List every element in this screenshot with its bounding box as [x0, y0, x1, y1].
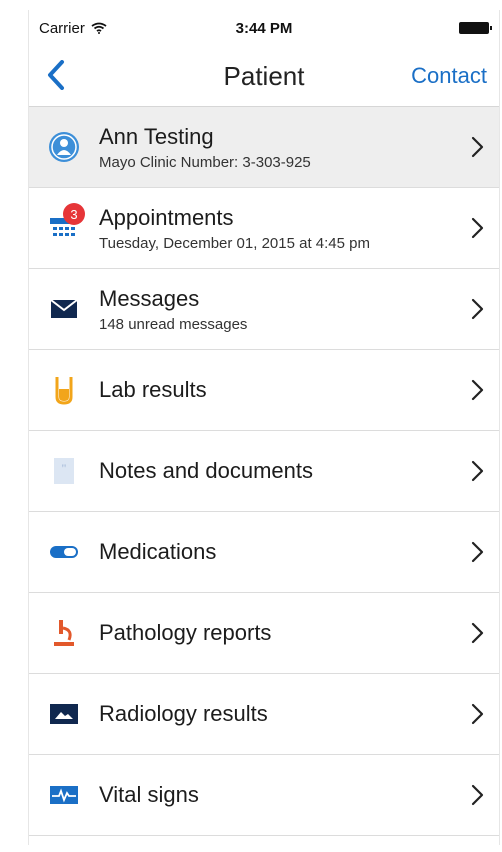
- radiology-text: Radiology results: [99, 701, 459, 727]
- patient-info: Ann Testing Mayo Clinic Number: 3-303-92…: [99, 124, 459, 171]
- notes-text: Notes and documents: [99, 458, 459, 484]
- chevron-right-icon: [471, 217, 484, 239]
- menu-item-appointments[interactable]: 3 Appointments Tuesday, December 01, 201…: [29, 188, 499, 269]
- patient-number: 3-303-925: [242, 153, 311, 171]
- menu-item-messages[interactable]: Messages 148 unread messages: [29, 269, 499, 350]
- lab-results-text: Lab results: [99, 377, 459, 403]
- status-bar: Carrier 3:44 PM: [29, 10, 499, 46]
- chevron-right-icon: [471, 622, 484, 644]
- appointments-text: Appointments Tuesday, December 01, 2015 …: [99, 205, 459, 252]
- phone-screen: Carrier 3:44 PM Patient Contact Ann Test…: [28, 10, 500, 845]
- menu-item-vital-signs[interactable]: Vital signs: [29, 755, 499, 836]
- menu-item-medications[interactable]: Medications: [29, 512, 499, 593]
- chevron-right-icon: [471, 379, 484, 401]
- menu-item-lab-results[interactable]: Lab results: [29, 350, 499, 431]
- microscope-icon: [47, 616, 81, 650]
- calendar-icon: 3: [47, 203, 85, 245]
- pathology-text: Pathology reports: [99, 620, 459, 646]
- svg-text:": ": [62, 461, 67, 475]
- menu-item-pathology[interactable]: Pathology reports: [29, 593, 499, 674]
- notification-badge: 3: [63, 203, 85, 225]
- chevron-right-icon: [471, 136, 484, 158]
- menu-item-notes[interactable]: " Notes and documents: [29, 431, 499, 512]
- chevron-right-icon: [471, 703, 484, 725]
- chevron-right-icon: [471, 541, 484, 563]
- heartbeat-icon: [47, 778, 81, 812]
- patient-number-label: Mayo Clinic Number:: [99, 153, 239, 171]
- patient-menu: Ann Testing Mayo Clinic Number: 3-303-92…: [29, 107, 499, 836]
- messages-text: Messages 148 unread messages: [99, 286, 459, 333]
- navigation-bar: Patient Contact: [29, 46, 499, 107]
- battery-icon: [459, 22, 492, 34]
- menu-item-label: Radiology results: [99, 701, 268, 726]
- appointment-detail: Tuesday, December 01, 2015 at 4:45 pm: [99, 234, 370, 252]
- menu-item-label: Medications: [99, 539, 217, 564]
- envelope-icon: [47, 292, 81, 326]
- menu-item-radiology[interactable]: Radiology results: [29, 674, 499, 755]
- menu-item-label: Notes and documents: [99, 458, 314, 483]
- vital-signs-text: Vital signs: [99, 782, 459, 808]
- menu-item-label: Pathology reports: [99, 620, 272, 645]
- chevron-right-icon: [471, 784, 484, 806]
- patient-number-line: Mayo Clinic Number: 3-303-925: [99, 154, 459, 171]
- clock: 3:44 PM: [235, 19, 293, 37]
- medications-text: Medications: [99, 539, 459, 565]
- test-tube-icon: [47, 373, 81, 407]
- chevron-right-icon: [471, 460, 484, 482]
- document-icon: ": [47, 454, 81, 488]
- menu-item-label: Vital signs: [99, 782, 199, 807]
- menu-item-label: Lab results: [99, 377, 207, 402]
- person-icon: [47, 130, 81, 164]
- pill-icon: [47, 535, 81, 569]
- contact-button[interactable]: Contact: [411, 63, 487, 89]
- messages-detail: 148 unread messages: [99, 315, 248, 333]
- chevron-right-icon: [471, 298, 484, 320]
- menu-item-label: Messages: [99, 285, 200, 311]
- patient-row[interactable]: Ann Testing Mayo Clinic Number: 3-303-92…: [29, 107, 499, 188]
- menu-item-label: Appointments: [99, 204, 234, 230]
- patient-name: Ann Testing: [99, 123, 214, 149]
- image-icon: [47, 697, 81, 731]
